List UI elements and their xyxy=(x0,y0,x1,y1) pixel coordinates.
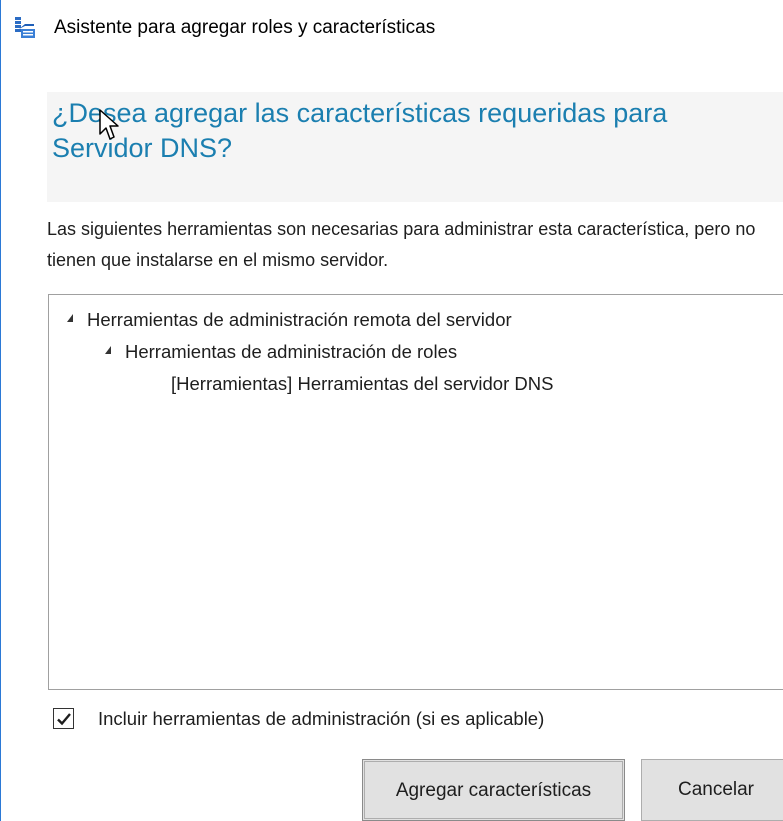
wizard-dialog: Asistente para agregar roles y caracterí… xyxy=(0,0,783,821)
tree-item-label: Herramientas de administración remota de… xyxy=(87,309,512,330)
server-manager-icon xyxy=(13,16,37,40)
include-tools-checkbox[interactable] xyxy=(53,708,74,729)
features-tree[interactable]: Herramientas de administración remota de… xyxy=(48,294,783,690)
add-features-button[interactable]: Agregar características xyxy=(362,759,625,821)
cancel-button[interactable]: Cancelar xyxy=(641,759,783,821)
triangle-expanded-icon[interactable] xyxy=(67,314,73,323)
tree-item-label: Herramientas de administración de roles xyxy=(125,341,458,362)
triangle-expanded-icon[interactable] xyxy=(105,346,111,355)
window-title: Asistente para agregar roles y caracterí… xyxy=(54,17,436,38)
tree-item-label: [Herramientas] Herramientas del servidor… xyxy=(171,373,554,394)
mouse-pointer-icon xyxy=(98,108,122,142)
checkmark-icon xyxy=(57,713,71,726)
dialog-heading: ¿Desea agregar las características reque… xyxy=(52,98,668,163)
include-tools-label[interactable]: Incluir herramientas de administración (… xyxy=(98,706,544,732)
dialog-description: Las siguientes herramientas son necesari… xyxy=(47,219,756,270)
tree-item-role-admin-tools[interactable]: Herramientas de administración de roles xyxy=(105,337,457,367)
tree-item-dns-server-tools[interactable]: [Herramientas] Herramientas del servidor… xyxy=(171,369,553,399)
tree-item-remote-admin-tools[interactable]: Herramientas de administración remota de… xyxy=(67,305,512,335)
add-features-button-label: Agregar características xyxy=(364,761,623,819)
title-bar: Asistente para agregar roles y caracterí… xyxy=(1,0,783,58)
